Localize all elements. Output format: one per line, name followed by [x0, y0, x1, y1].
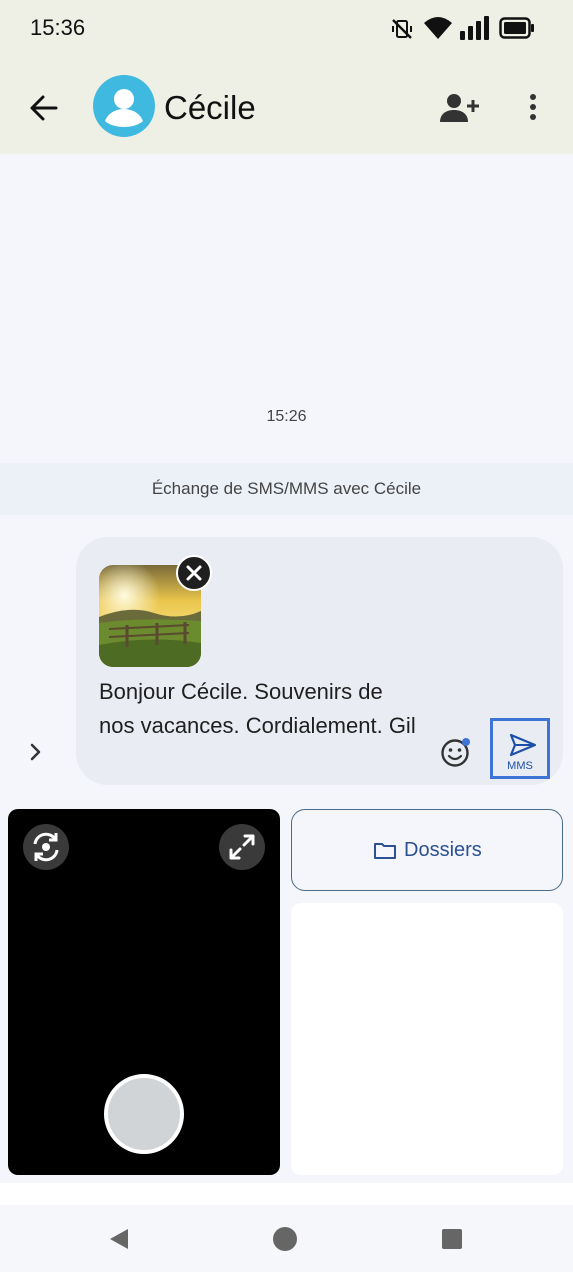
avatar[interactable]: [93, 75, 155, 137]
folder-icon: [374, 843, 396, 859]
send-mms-label: MMS: [507, 760, 533, 772]
wifi-icon: [424, 17, 452, 39]
switch-camera-button[interactable]: [23, 824, 69, 870]
switch-camera-icon: [33, 832, 59, 862]
app-bar: [0, 56, 573, 154]
nav-back-icon[interactable]: [106, 1226, 132, 1252]
signal-icon: [460, 16, 489, 40]
shutter-button[interactable]: [104, 1074, 184, 1154]
bottom-strip: [0, 1183, 573, 1205]
emoji-icon[interactable]: [439, 735, 473, 769]
status-time: 15:36: [30, 15, 86, 40]
battery-icon: [499, 17, 534, 39]
gallery-panel[interactable]: [291, 903, 563, 1175]
conversation-banner-text: Échange de SMS/MMS avec Cécile: [151, 479, 422, 498]
remove-attachment-button[interactable]: [176, 555, 212, 591]
close-icon: [186, 565, 202, 581]
fullscreen-icon: [229, 834, 255, 860]
back-arrow-icon[interactable]: [28, 92, 60, 124]
person-icon: [105, 89, 143, 127]
more-vert-icon[interactable]: [524, 92, 542, 122]
chevron-right-icon[interactable]: [27, 741, 45, 763]
message-input[interactable]: Bonjour Cécile. Souvenirs de nos vacance…: [99, 675, 419, 743]
fullscreen-button[interactable]: [219, 824, 265, 870]
nav-home-icon[interactable]: [272, 1226, 298, 1252]
message-timestamp: 15:26: [266, 408, 307, 425]
vibrate-off-icon: [392, 19, 412, 39]
add-contact-icon[interactable]: [438, 92, 480, 124]
send-icon: [509, 733, 537, 757]
folders-label: Dossiers: [404, 839, 482, 861]
nav-recents-icon[interactable]: [440, 1227, 464, 1251]
contact-name[interactable]: Cécile: [164, 89, 256, 127]
